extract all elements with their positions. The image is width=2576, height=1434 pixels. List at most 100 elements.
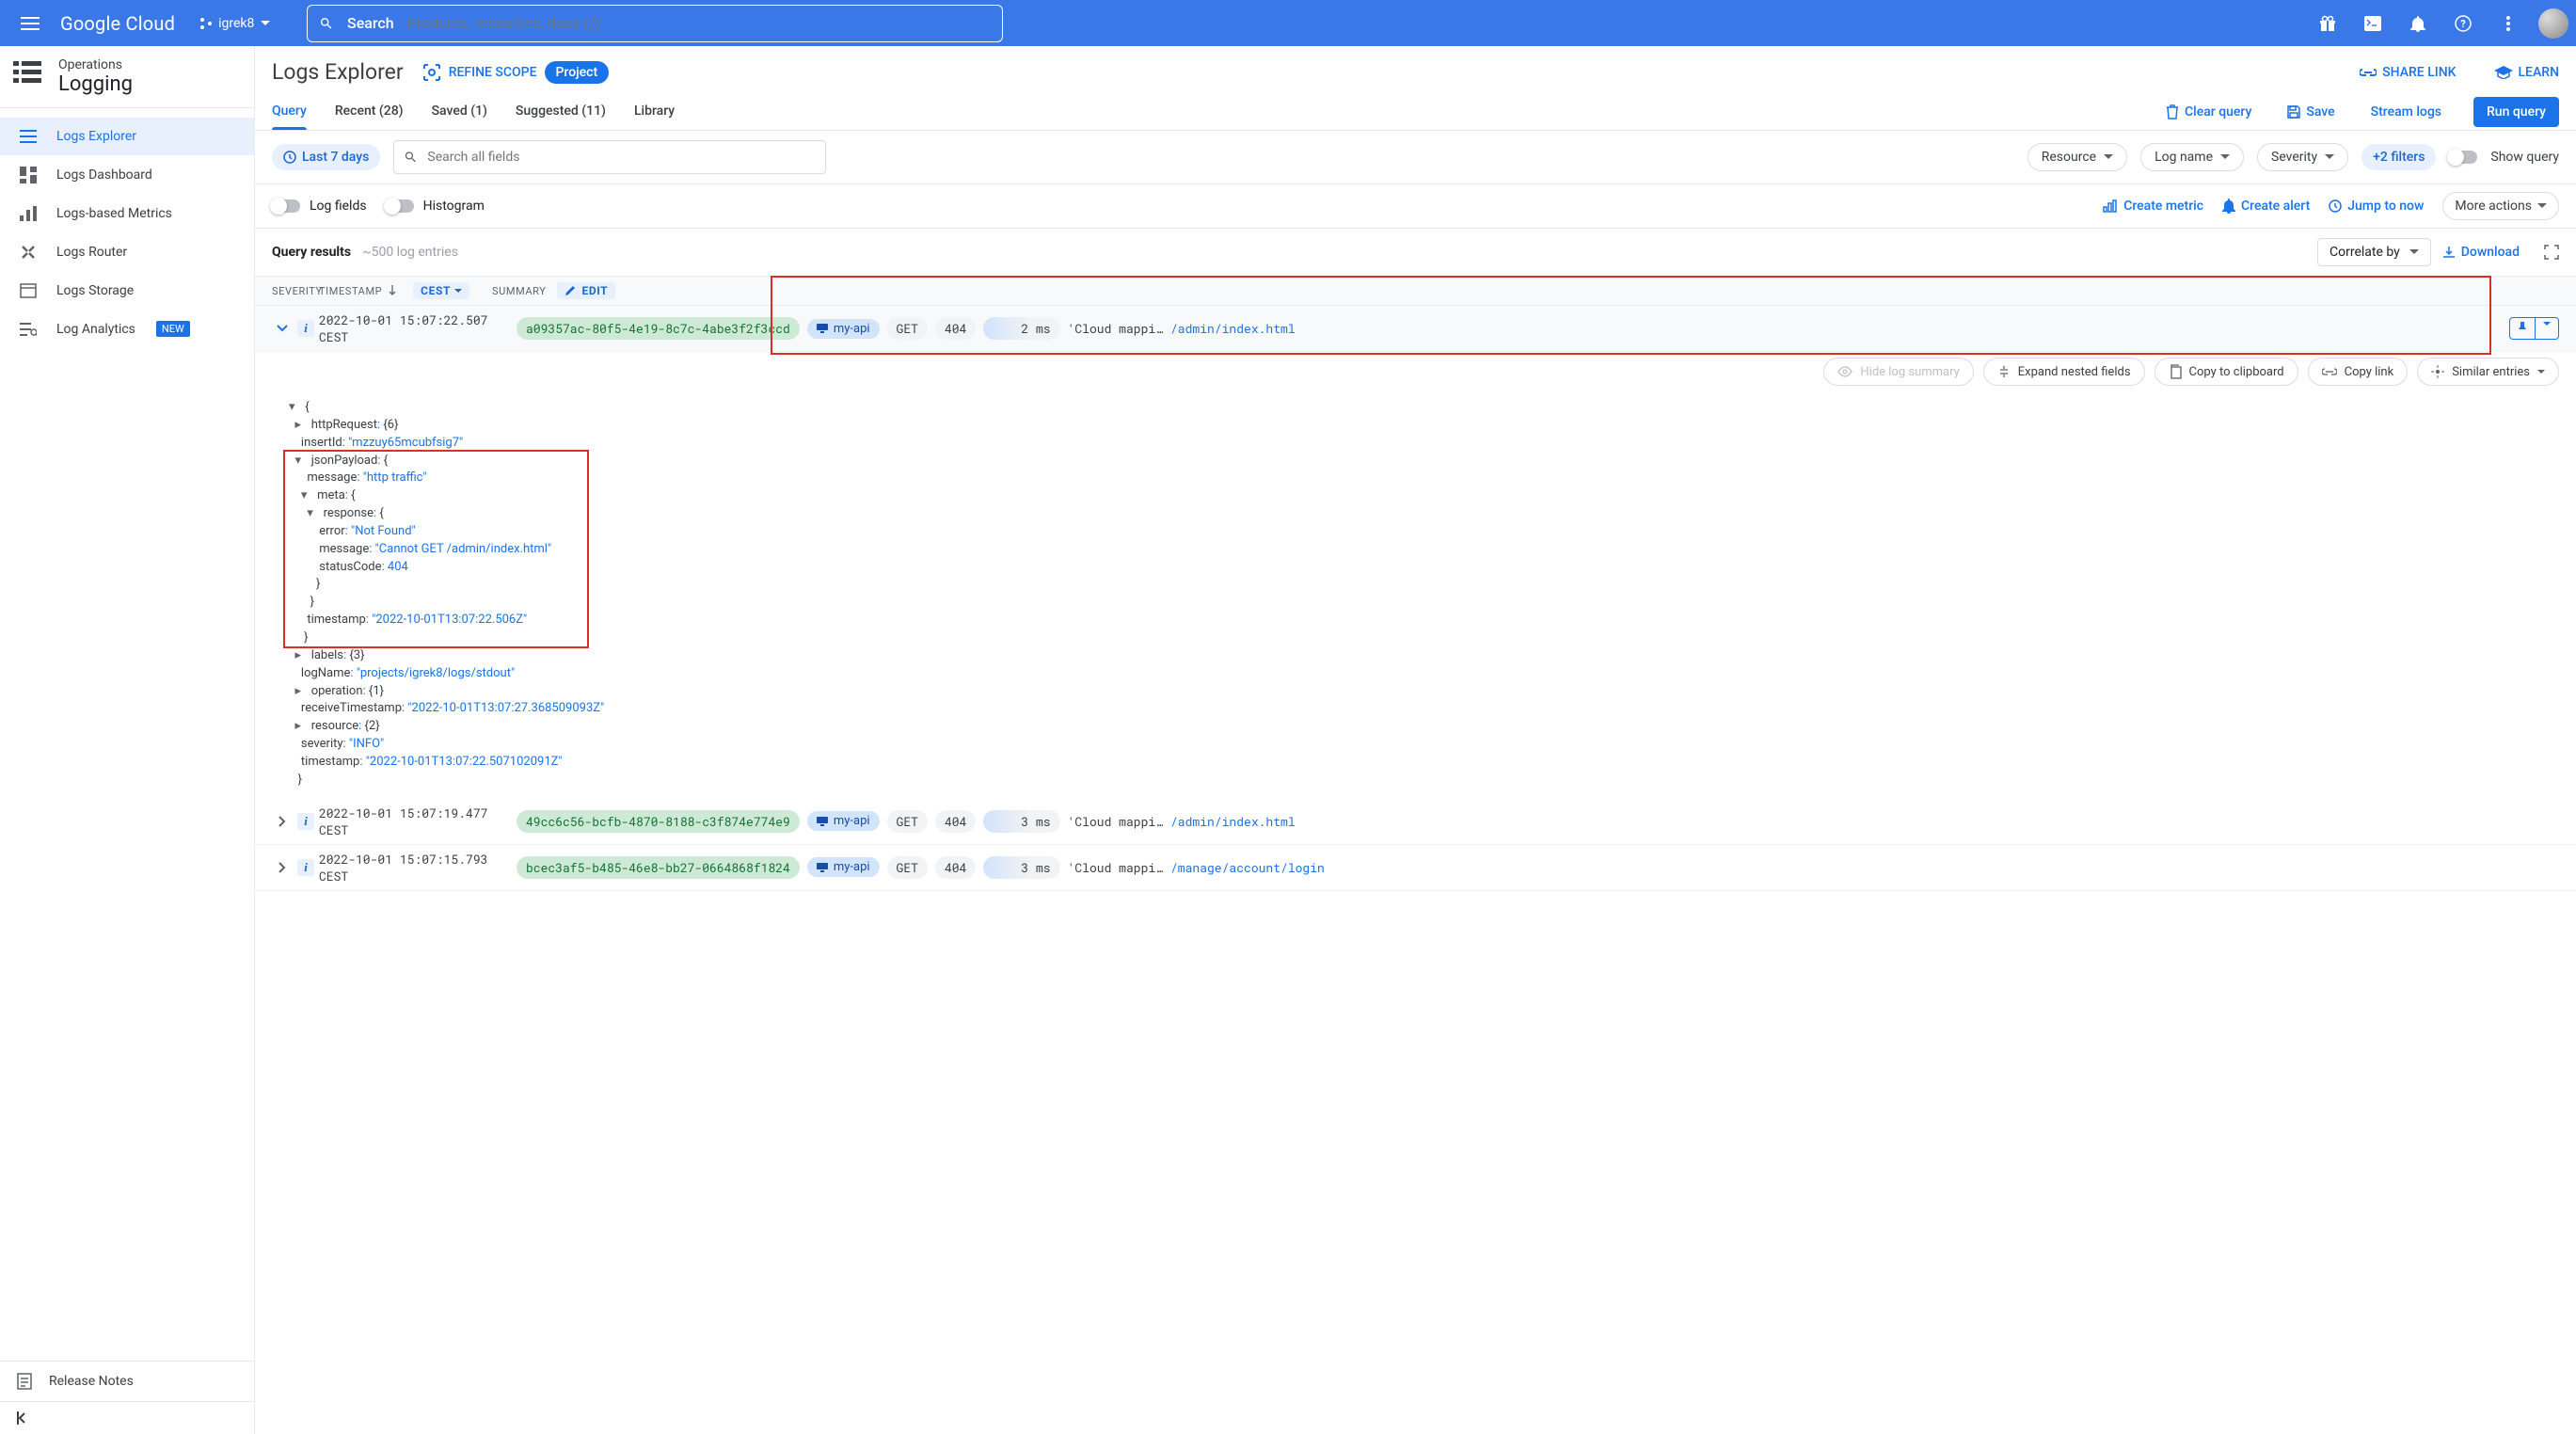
nav-logs-router[interactable]: Logs Router	[0, 232, 254, 272]
method-pill[interactable]: GET	[887, 856, 928, 879]
status-pill[interactable]: 404	[935, 856, 976, 879]
tree-toggle[interactable]: ▾	[301, 487, 314, 505]
avatar[interactable]	[2538, 8, 2568, 39]
create-metric-button[interactable]: Create metric	[2103, 199, 2203, 214]
help-button[interactable]: ?	[2444, 5, 2482, 42]
tab-library[interactable]: Library	[634, 94, 675, 130]
severity-indicator[interactable]: i	[293, 813, 319, 830]
tz-chip[interactable]: CEST	[413, 282, 469, 299]
pin-icon-button[interactable]	[2510, 318, 2536, 339]
trace-pill[interactable]: a09357ac-80f5-4e19-8c7c-4abe3f2f3ccd	[517, 317, 800, 340]
tab-saved[interactable]: Saved (1)	[432, 94, 487, 130]
service-pill[interactable]: my-api	[807, 811, 880, 831]
save-button[interactable]: Save	[2283, 104, 2338, 120]
log-fields-toggle[interactable]	[272, 199, 300, 213]
save-icon	[2287, 105, 2300, 119]
nav-logs-explorer[interactable]: Logs Explorer	[0, 118, 254, 155]
summary-path: /admin/index.html	[1170, 813, 1296, 830]
create-alert-button[interactable]: Create alert	[2222, 199, 2310, 214]
nav-logs-storage[interactable]: Logs Storage	[0, 272, 254, 310]
service-pill[interactable]: my-api	[807, 319, 880, 339]
hamburger-menu[interactable]	[8, 1, 53, 46]
method-pill[interactable]: GET	[887, 317, 928, 340]
logname-filter[interactable]: Log name	[2140, 143, 2244, 171]
notifications-button[interactable]	[2399, 5, 2437, 42]
tree-toggle[interactable]: ▸	[294, 683, 308, 701]
tab-suggested[interactable]: Suggested (11)	[516, 94, 606, 130]
log-row-expanded[interactable]: i 2022-10-01 15:07:22.507 CEST a09357ac-…	[255, 306, 2576, 352]
tree-toggle[interactable]: ▾	[289, 399, 302, 417]
refine-scope-button[interactable]: REFINE SCOPE Project	[422, 61, 609, 84]
gift-button[interactable]	[2309, 5, 2346, 42]
tree-toggle[interactable]: ▾	[307, 505, 320, 523]
histogram-toggle[interactable]	[386, 199, 414, 213]
search-fields-input[interactable]	[427, 150, 816, 165]
status-pill[interactable]: 404	[935, 810, 976, 833]
search-fields[interactable]	[393, 140, 826, 174]
chevron-down-icon	[454, 289, 462, 294]
tree-toggle[interactable]: ▸	[294, 718, 308, 736]
storage-icon	[20, 283, 37, 298]
copy-link-button[interactable]: Copy link	[2308, 358, 2409, 386]
log-row[interactable]: i 2022-10-01 15:07:15.793 CEST bcec3af5-…	[255, 845, 2576, 891]
latency-pill[interactable]: 2 ms	[983, 317, 1059, 340]
expand-row-button[interactable]	[272, 862, 293, 873]
release-notes[interactable]: Release Notes	[0, 1361, 254, 1401]
col-severity: SEVERITY	[272, 285, 319, 297]
more-filters-chip[interactable]: +2 filters	[2361, 144, 2436, 170]
trace-pill[interactable]: bcec3af5-b485-46e8-bb27-0664868f1824	[517, 856, 800, 879]
gcloud-logo[interactable]: Google Cloud	[60, 12, 175, 35]
tree-toggle[interactable]: ▸	[294, 417, 308, 435]
learn-button[interactable]: LEARN	[2494, 65, 2560, 80]
jump-to-now-button[interactable]: Jump to now	[2329, 199, 2424, 214]
expand-row-button[interactable]	[272, 816, 293, 827]
collapse-row-button[interactable]	[272, 325, 293, 332]
severity-indicator[interactable]: i	[293, 320, 319, 337]
resource-filter[interactable]: Resource	[2027, 143, 2127, 171]
service-pill[interactable]: my-api	[807, 857, 880, 877]
show-query-toggle[interactable]	[2449, 151, 2477, 164]
latency-pill[interactable]: 3 ms	[983, 810, 1059, 833]
expand-fields-button[interactable]: Expand nested fields	[1983, 358, 2145, 386]
pin-button[interactable]	[2509, 317, 2559, 340]
clear-query-button[interactable]: Clear query	[2162, 104, 2255, 120]
hide-summary-button[interactable]: Hide log summary	[1823, 358, 1973, 386]
nav-logs-dashboard[interactable]: Logs Dashboard	[0, 155, 254, 195]
searchbar[interactable]: Search	[307, 5, 1003, 42]
log-row[interactable]: i 2022-10-01 15:07:19.477 CEST 49cc6c56-…	[255, 799, 2576, 845]
tab-recent[interactable]: Recent (28)	[335, 94, 404, 130]
fullscreen-button[interactable]	[2544, 245, 2559, 260]
correlate-dropdown[interactable]: Correlate by	[2317, 238, 2431, 266]
copy-clipboard-button[interactable]: Copy to clipboard	[2155, 358, 2298, 386]
severity-filter[interactable]: Severity	[2257, 143, 2348, 171]
tree-toggle[interactable]: ▾	[294, 453, 308, 470]
more-button[interactable]	[2489, 5, 2527, 42]
tab-query[interactable]: Query	[272, 94, 307, 130]
nav-log-analytics[interactable]: Log Analytics NEW	[0, 310, 254, 348]
download-button[interactable]: Download	[2442, 245, 2520, 260]
nav-logs-metrics[interactable]: Logs-based Metrics	[0, 195, 254, 232]
logging-icon	[13, 61, 41, 84]
more-actions-button[interactable]: More actions	[2442, 192, 2559, 220]
latency-pill[interactable]: 3 ms	[983, 856, 1059, 879]
status-pill[interactable]: 404	[935, 317, 976, 340]
collapse-sidebar[interactable]	[0, 1401, 254, 1434]
share-link-button[interactable]: SHARE LINK	[2360, 65, 2456, 80]
tree-toggle[interactable]: ▸	[294, 647, 308, 665]
search-input[interactable]	[407, 14, 992, 32]
project-selector[interactable]: igrek8	[190, 12, 280, 35]
run-query-button[interactable]: Run query	[2473, 97, 2559, 127]
method-pill[interactable]: GET	[887, 810, 928, 833]
cloudshell-button[interactable]	[2354, 5, 2392, 42]
stream-logs-button[interactable]: Stream logs	[2367, 104, 2445, 120]
col-summary: SUMMARY EDIT	[492, 282, 615, 299]
pin-dropdown[interactable]	[2536, 318, 2558, 339]
sidebar: Operations Logging Logs Explorer Logs Da…	[0, 46, 255, 1434]
trace-pill[interactable]: 49cc6c56-bcfb-4870-8188-c3f874e774e9	[517, 810, 800, 833]
new-badge: NEW	[156, 321, 190, 337]
time-range-chip[interactable]: Last 7 days	[272, 144, 380, 170]
severity-indicator[interactable]: i	[293, 859, 319, 876]
edit-summary-button[interactable]: EDIT	[557, 282, 615, 299]
similar-entries-button[interactable]: Similar entries	[2417, 358, 2559, 386]
results-title: Query results	[272, 245, 351, 260]
